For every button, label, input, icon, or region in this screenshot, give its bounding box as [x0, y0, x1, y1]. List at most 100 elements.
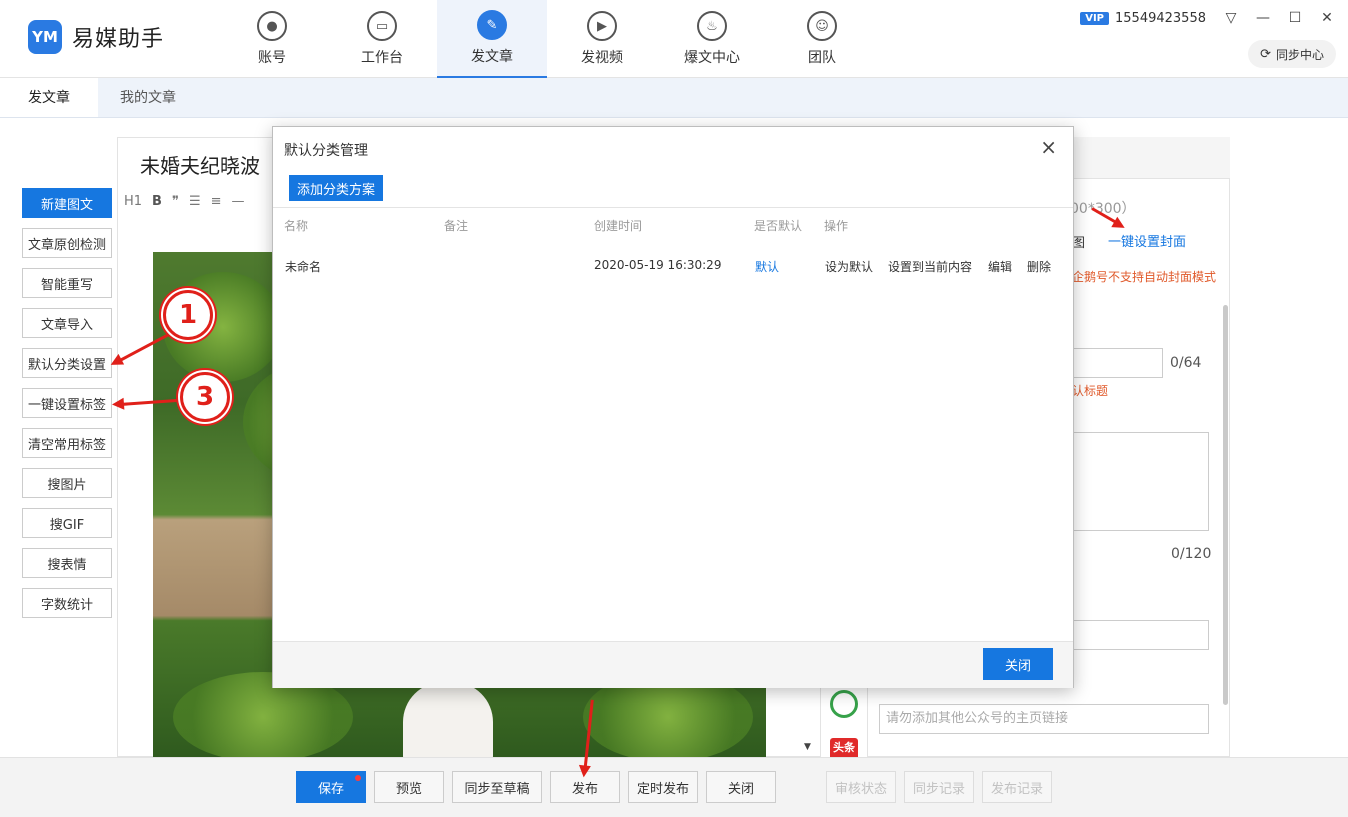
column-header-created: 创建时间 [594, 219, 643, 233]
unsaved-dot-icon [355, 775, 361, 781]
title-field[interactable] [1072, 348, 1163, 378]
sync-record-button[interactable]: 同步记录 [904, 771, 974, 803]
modal-close-button[interactable]: 关闭 [983, 648, 1053, 680]
article-title-input[interactable]: 未婚夫纪晓波 [140, 150, 260, 179]
nav-team[interactable]: ☺ 团队 [767, 0, 877, 78]
save-label: 保存 [317, 781, 344, 797]
extra-field[interactable] [1072, 620, 1209, 650]
nav-publish-video[interactable]: ▶ 发视频 [547, 0, 657, 78]
modal-close-icon[interactable]: × [1040, 135, 1057, 159]
set-tags-button[interactable]: 一键设置标签 [22, 388, 112, 418]
nav-account[interactable]: ● 账号 [217, 0, 327, 78]
divider [273, 207, 1073, 208]
nav-workbench[interactable]: ▭ 工作台 [327, 0, 437, 78]
cover-warning: 企鹅号不支持自动封面模式 [1072, 270, 1217, 284]
window-controls: VIP 15549423558 ▽ — ☐ ✕ [1080, 10, 1334, 26]
new-article-button[interactable]: 新建图文 [22, 188, 112, 218]
ordered-list-icon[interactable]: ☰ [189, 194, 201, 209]
team-icon: ☺ [807, 11, 837, 41]
nav-label: 团队 [808, 50, 836, 66]
preview-button[interactable]: 预览 [374, 771, 444, 803]
edit-action[interactable]: 编辑 [988, 258, 1012, 275]
column-header-name: 名称 [284, 219, 309, 233]
user-icon: ● [257, 11, 287, 41]
column-header-default: 是否默认 [754, 219, 803, 233]
column-header-actions: 操作 [824, 219, 849, 233]
row-name: 未命名 [285, 260, 322, 274]
row-created: 2020-05-19 16:30:29 [594, 258, 722, 272]
close-editor-button[interactable]: 关闭 [706, 771, 776, 803]
default-category-button[interactable]: 默认分类设置 [22, 348, 112, 378]
schedule-publish-button[interactable]: 定时发布 [628, 771, 698, 803]
audit-status-button[interactable]: 审核状态 [826, 771, 896, 803]
smart-rewrite-button[interactable]: 智能重写 [22, 268, 112, 298]
column-header-note: 备注 [444, 219, 469, 233]
bold-icon[interactable]: B [152, 194, 162, 209]
nav-label: 发视频 [581, 50, 623, 66]
toutiao-icon[interactable]: 头条 [830, 738, 858, 758]
homepage-link-input[interactable]: 请勿添加其他公众号的主页链接 [879, 704, 1209, 734]
quote-icon[interactable]: ❞ [172, 194, 179, 209]
editor-toolbar: H1 B ❞ ☰ ≡ — [124, 194, 245, 209]
title-error: 认标题 [1072, 384, 1109, 398]
nav-label: 发文章 [471, 49, 513, 65]
row-default-badge: 默认 [755, 260, 780, 274]
monitor-icon: ▭ [367, 11, 397, 41]
apply-to-content-action[interactable]: 设置到当前内容 [888, 258, 972, 275]
play-icon: ▶ [587, 11, 617, 41]
title-char-count: 0/64 [1170, 355, 1202, 371]
feather-icon: ✎ [477, 10, 507, 40]
sync-icon: ⟳ [1260, 46, 1271, 62]
save-button[interactable]: 保存 [296, 771, 366, 803]
set-default-action[interactable]: 设为默认 [825, 258, 873, 275]
sub-tabs: 发文章 我的文章 [0, 78, 1348, 118]
top-header: YM 易媒助手 ● 账号 ▭ 工作台 ✎ 发文章 ▶ 发视频 ♨ 爆文中心 ☺ … [0, 0, 1348, 78]
main-nav: ● 账号 ▭ 工作台 ✎ 发文章 ▶ 发视频 ♨ 爆文中心 ☺ 团队 [217, 0, 877, 78]
word-count-button[interactable]: 字数统计 [22, 588, 112, 618]
maximize-icon[interactable]: ☐ [1288, 10, 1302, 26]
panel-scrollbar[interactable] [1223, 305, 1228, 705]
vip-badge: VIP [1080, 11, 1110, 25]
nav-publish-article[interactable]: ✎ 发文章 [437, 0, 547, 78]
platform-green-icon[interactable] [830, 690, 858, 718]
originality-check-button[interactable]: 文章原创检测 [22, 228, 112, 258]
sync-draft-button[interactable]: 同步至草稿 [452, 771, 542, 803]
menu-triangle-icon[interactable]: ▽ [1224, 10, 1238, 26]
unordered-list-icon[interactable]: ≡ [211, 194, 222, 209]
summary-char-count: 0/120 [1171, 546, 1212, 562]
account-phone[interactable]: 15549423558 [1115, 11, 1206, 26]
app-logo: YM 易媒助手 [28, 20, 164, 54]
add-category-scheme-button[interactable]: 添加分类方案 [289, 175, 384, 201]
default-category-modal: 默认分类管理 × 添加分类方案 名称 备注 创建时间 是否默认 操作 未命名 2… [272, 126, 1074, 688]
tab-publish-article[interactable]: 发文章 [0, 78, 98, 117]
nav-viral-center[interactable]: ♨ 爆文中心 [657, 0, 767, 78]
app-name: 易媒助手 [72, 27, 165, 52]
search-image-button[interactable]: 搜图片 [22, 468, 112, 498]
clear-tags-button[interactable]: 清空常用标签 [22, 428, 112, 458]
modal-footer [273, 642, 1073, 688]
tab-my-articles[interactable]: 我的文章 [98, 78, 198, 117]
import-article-button[interactable]: 文章导入 [22, 308, 112, 338]
one-click-cover-link[interactable]: 一键设置封面 [1108, 231, 1186, 250]
delete-action[interactable]: 删除 [1027, 258, 1051, 275]
divider-icon[interactable]: — [232, 194, 245, 209]
close-icon[interactable]: ✕ [1320, 10, 1334, 26]
search-emoji-button[interactable]: 搜表情 [22, 548, 112, 578]
logo-mark-icon: YM [28, 20, 62, 54]
sync-center-button[interactable]: ⟳ 同步中心 [1248, 40, 1336, 68]
flame-icon: ♨ [697, 11, 727, 41]
photo-dress [403, 682, 493, 757]
nav-label: 账号 [258, 50, 286, 66]
annotation-badge-1: 1 [163, 290, 213, 340]
heading-icon[interactable]: H1 [124, 194, 142, 209]
minimize-icon[interactable]: — [1256, 10, 1270, 26]
search-gif-button[interactable]: 搜GIF [22, 508, 112, 538]
publish-record-button[interactable]: 发布记录 [982, 771, 1052, 803]
scroll-down-icon[interactable]: ▼ [804, 742, 811, 752]
modal-title: 默认分类管理 [284, 143, 368, 159]
nav-label: 爆文中心 [684, 50, 740, 66]
annotation-badge-3: 3 [180, 372, 230, 422]
sync-center-label: 同步中心 [1275, 47, 1324, 62]
nav-label: 工作台 [361, 50, 403, 66]
summary-field[interactable] [1072, 432, 1209, 531]
